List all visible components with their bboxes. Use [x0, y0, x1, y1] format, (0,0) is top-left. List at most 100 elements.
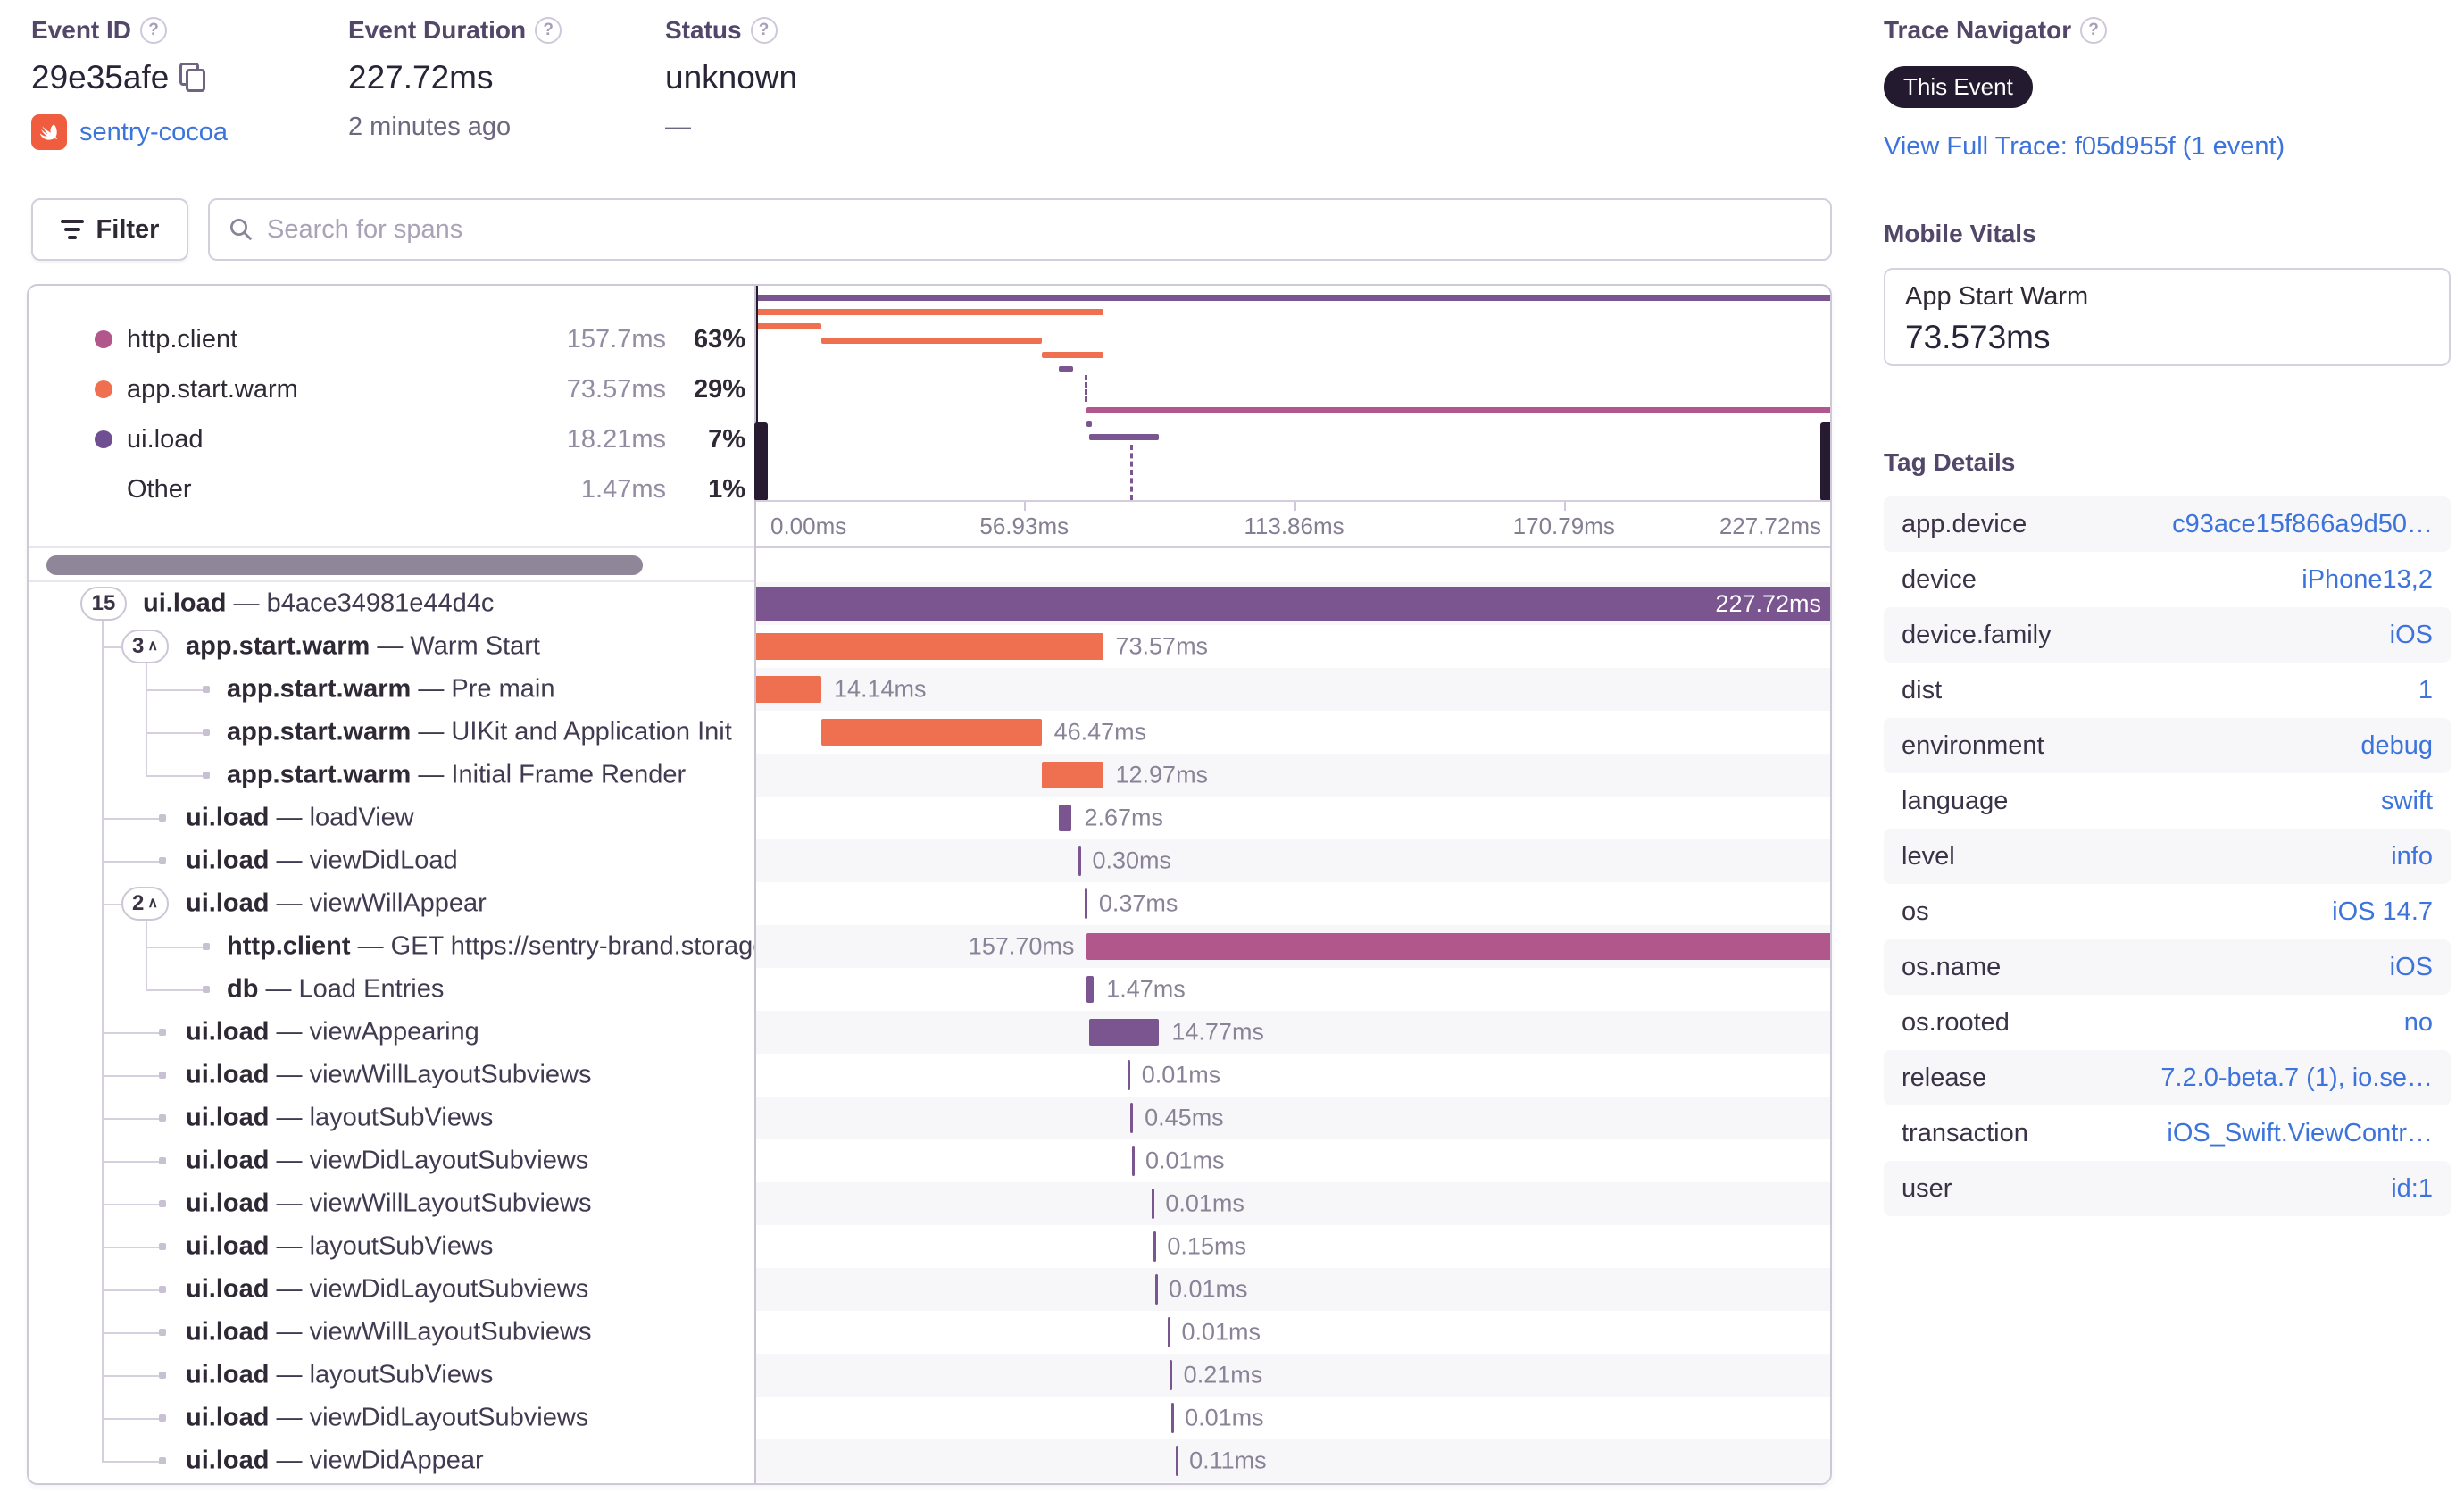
span-duration-bar[interactable]: 227.72ms	[754, 587, 1830, 621]
tag-value-link[interactable]: debug	[2360, 731, 2433, 761]
span-tree-row[interactable]: ui.load — viewWillLayoutSubviews	[29, 1311, 754, 1354]
span-bar-row[interactable]: 0.01ms	[754, 1182, 1830, 1225]
span-tree-row[interactable]: ui.load — layoutSubViews	[29, 1225, 754, 1268]
span-children-toggle[interactable]: 3 ∧	[121, 630, 170, 663]
span-duration-bar[interactable]	[1128, 1060, 1131, 1090]
help-icon[interactable]: ?	[750, 17, 778, 44]
span-bar-row[interactable]: 0.01ms	[754, 1054, 1830, 1097]
span-duration-bar[interactable]	[1153, 1231, 1156, 1262]
tag-value-link[interactable]: 7.2.0-beta.7 (1), io.se…	[2160, 1063, 2433, 1093]
span-duration-bar[interactable]	[1175, 1446, 1178, 1476]
span-bar-row[interactable]: 14.77ms	[754, 1011, 1830, 1054]
tag-value-link[interactable]: no	[2404, 1008, 2433, 1038]
span-bar-row[interactable]: 46.47ms	[754, 711, 1830, 754]
tag-value-link[interactable]: c93ace15f866a9d50…	[2172, 510, 2433, 539]
span-tree-row[interactable]: http.client — GET https://sentry-brand.s…	[29, 925, 754, 968]
help-icon[interactable]: ?	[535, 17, 562, 44]
tag-value-link[interactable]: iOS	[2390, 621, 2433, 650]
window-grip-left[interactable]	[754, 422, 768, 500]
span-bar-row[interactable]: 0.45ms	[754, 1097, 1830, 1139]
span-tree-row[interactable]: ui.load — loadView	[29, 797, 754, 839]
span-bar-row[interactable]: 0.01ms	[754, 1311, 1830, 1354]
span-duration-bar[interactable]	[1154, 1274, 1158, 1305]
span-duration-bar[interactable]	[1058, 805, 1072, 831]
span-bar-row[interactable]: 12.97ms	[754, 754, 1830, 797]
tag-value-link[interactable]: id:1	[2391, 1174, 2433, 1204]
span-duration-bar[interactable]	[754, 633, 1103, 660]
span-children-toggle[interactable]: 2 ∧	[121, 887, 170, 921]
span-children-toggle[interactable]: 15	[80, 587, 127, 621]
span-duration-bar[interactable]	[1169, 1360, 1172, 1390]
legend-item[interactable]: ui.load 18.21ms 7%	[29, 414, 754, 464]
span-tree-row[interactable]: ui.load — viewAppearing	[29, 1011, 754, 1054]
window-edge-right[interactable]	[1830, 286, 1832, 500]
span-bar-row[interactable]: 0.11ms	[754, 1439, 1830, 1482]
filter-button[interactable]: Filter	[31, 198, 188, 261]
legend-item[interactable]: app.start.warm 73.57ms 29%	[29, 364, 754, 414]
span-duration-bar[interactable]	[1168, 1317, 1171, 1347]
span-bar-row[interactable]: 0.21ms	[754, 1354, 1830, 1397]
span-tree-row[interactable]: ui.load — layoutSubViews	[29, 1097, 754, 1139]
project-link[interactable]: sentry-cocoa	[79, 118, 228, 147]
tag-value-link[interactable]: iPhone13,2	[2302, 565, 2433, 595]
span-duration-bar[interactable]	[820, 719, 1042, 746]
trace-minimap[interactable]	[754, 286, 1832, 502]
span-tree-row[interactable]: app.start.warm — UIKit and Application I…	[29, 711, 754, 754]
legend-item[interactable]: http.client 157.7ms 63%	[29, 314, 754, 364]
legend-item[interactable]: Other 1.47ms 1%	[29, 464, 754, 514]
span-tree-row[interactable]: app.start.warm — Pre main	[29, 668, 754, 711]
minimap-connector-dash	[1084, 375, 1087, 402]
tag-value-link[interactable]: swift	[2381, 787, 2433, 816]
span-duration-bar[interactable]	[1086, 976, 1095, 1003]
span-tree-row[interactable]: ui.load — viewWillLayoutSubviews	[29, 1054, 754, 1097]
span-tree-row[interactable]: db — Load Entries	[29, 968, 754, 1011]
tag-value-link[interactable]: iOS 14.7	[2332, 897, 2433, 927]
window-grip-right[interactable]	[1820, 422, 1830, 500]
span-bar-row[interactable]: 14.14ms	[754, 668, 1830, 711]
copy-icon[interactable]	[179, 63, 206, 93]
span-bar-row[interactable]: 157.70ms	[754, 925, 1830, 968]
span-tree-row[interactable]: ui.load — viewDidLoad	[29, 839, 754, 882]
span-tree-row[interactable]: ui.load — viewDidAppear	[29, 1439, 754, 1482]
span-tree-row[interactable]: app.start.warm — Initial Frame Render	[29, 754, 754, 797]
span-tree-row[interactable]: ui.load — viewDidLayoutSubviews	[29, 1268, 754, 1311]
tag-value-link[interactable]: 1	[2418, 676, 2433, 705]
span-duration-bar[interactable]	[1084, 888, 1087, 919]
span-duration-bar[interactable]	[1088, 1019, 1160, 1046]
span-duration-bar[interactable]	[1131, 1146, 1135, 1176]
span-bar-row[interactable]: 2.67ms	[754, 797, 1830, 839]
tag-value-link[interactable]: iOS	[2390, 953, 2433, 982]
span-tree-row[interactable]: ui.load — viewDidLayoutSubviews	[29, 1397, 754, 1439]
span-tree-row[interactable]: ui.load — viewWillLayoutSubviews	[29, 1182, 754, 1225]
span-bar-row[interactable]: 227.72ms	[754, 582, 1830, 625]
span-bar-row[interactable]: 1.47ms	[754, 968, 1830, 1011]
view-full-trace-link[interactable]: View Full Trace: f05d955f (1 event)	[1884, 132, 2285, 162]
span-bar-row[interactable]: 0.01ms	[754, 1139, 1830, 1182]
span-bar-row[interactable]: 73.57ms	[754, 625, 1830, 668]
span-duration-bar[interactable]	[754, 676, 821, 703]
span-label: app.start.warm — Pre main	[227, 674, 555, 704]
span-duration-bar[interactable]	[1086, 933, 1830, 960]
tag-value-link[interactable]: info	[2391, 842, 2433, 872]
span-bar-row[interactable]: 0.15ms	[754, 1225, 1830, 1268]
span-tree-row[interactable]: ui.load — viewDidLayoutSubviews	[29, 1139, 754, 1182]
tag-value-link[interactable]: iOS_Swift.ViewContr…	[2167, 1119, 2433, 1148]
span-duration-bar[interactable]	[1151, 1189, 1154, 1219]
span-tree-row[interactable]: 2 ∧ ui.load — viewWillAppear	[29, 882, 754, 925]
span-tree-row[interactable]: ui.load — layoutSubViews	[29, 1354, 754, 1397]
span-duration-bar[interactable]	[1129, 1103, 1133, 1133]
span-bar-row[interactable]: 0.01ms	[754, 1268, 1830, 1311]
span-duration-bar[interactable]	[1170, 1403, 1174, 1433]
span-bar-row[interactable]: 0.37ms	[754, 882, 1830, 925]
span-tree-row[interactable]: 15 ui.load — b4ace34981e44d4c	[29, 582, 754, 625]
minimap-span-bar	[1058, 366, 1073, 372]
span-bar-row[interactable]: 0.30ms	[754, 839, 1830, 882]
help-icon[interactable]: ?	[140, 17, 168, 44]
help-icon[interactable]: ?	[2080, 17, 2108, 44]
search-input[interactable]	[267, 214, 1812, 245]
span-bar-row[interactable]: 0.01ms	[754, 1397, 1830, 1439]
span-duration-bar[interactable]	[1078, 846, 1081, 876]
span-duration-bar[interactable]	[1041, 762, 1103, 788]
span-tree-row[interactable]: 3 ∧ app.start.warm — Warm Start	[29, 625, 754, 668]
scrollbar-thumb[interactable]	[46, 555, 643, 575]
